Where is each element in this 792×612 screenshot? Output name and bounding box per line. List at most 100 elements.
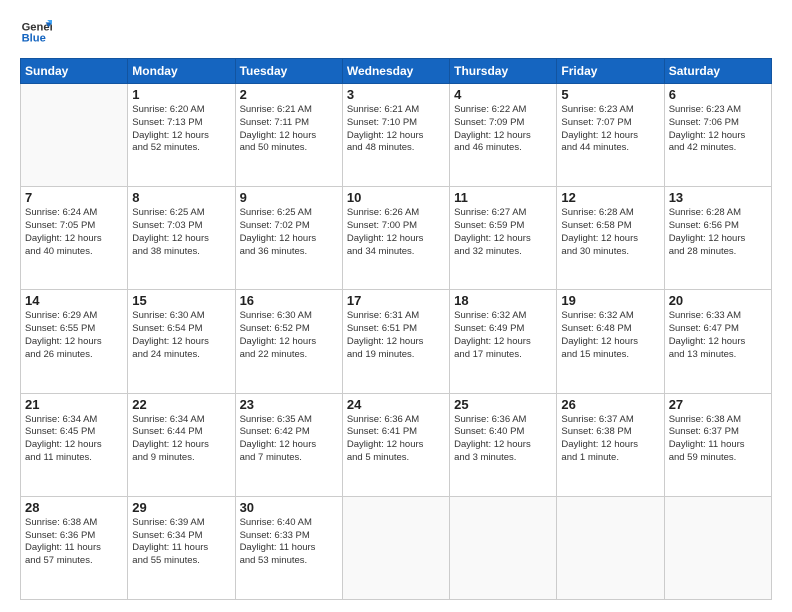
day-info: Sunrise: 6:30 AM Sunset: 6:54 PM Dayligh… (132, 310, 230, 361)
calendar-cell: 3 Sunrise: 6:21 AM Sunset: 7:10 PM Daylig… (342, 84, 449, 187)
day-info: Sunrise: 6:28 AM Sunset: 6:56 PM Dayligh… (669, 207, 767, 258)
calendar-cell (450, 496, 557, 599)
calendar-cell: 20 Sunrise: 6:33 AM Sunset: 6:47 PM Dayli… (664, 290, 771, 393)
day-info: Sunrise: 6:37 AM Sunset: 6:38 PM Dayligh… (561, 414, 659, 465)
day-number: 3 (347, 87, 445, 102)
week-row-4: 28 Sunrise: 6:38 AM Sunset: 6:36 PM Dayli… (21, 496, 772, 599)
day-number: 9 (240, 190, 338, 205)
weekday-sunday: Sunday (21, 59, 128, 84)
calendar-cell (21, 84, 128, 187)
day-info: Sunrise: 6:36 AM Sunset: 6:40 PM Dayligh… (454, 414, 552, 465)
weekday-friday: Friday (557, 59, 664, 84)
day-number: 13 (669, 190, 767, 205)
calendar-cell: 16 Sunrise: 6:30 AM Sunset: 6:52 PM Dayli… (235, 290, 342, 393)
calendar-cell: 15 Sunrise: 6:30 AM Sunset: 6:54 PM Dayli… (128, 290, 235, 393)
day-number: 14 (25, 293, 123, 308)
day-number: 5 (561, 87, 659, 102)
calendar-cell: 5 Sunrise: 6:23 AM Sunset: 7:07 PM Daylig… (557, 84, 664, 187)
calendar-cell (557, 496, 664, 599)
calendar-cell: 19 Sunrise: 6:32 AM Sunset: 6:48 PM Dayli… (557, 290, 664, 393)
calendar-cell: 24Sunrise: 6:36 AM Sunset: 6:41 PM Dayli… (342, 393, 449, 496)
week-row-1: 7 Sunrise: 6:24 AM Sunset: 7:05 PM Daylig… (21, 187, 772, 290)
calendar-cell: 2 Sunrise: 6:21 AM Sunset: 7:11 PM Daylig… (235, 84, 342, 187)
day-info: Sunrise: 6:30 AM Sunset: 6:52 PM Dayligh… (240, 310, 338, 361)
day-info: Sunrise: 6:31 AM Sunset: 6:51 PM Dayligh… (347, 310, 445, 361)
page: General Blue SundayMondayTuesdayWednesda… (0, 0, 792, 612)
day-number: 25 (454, 397, 552, 412)
day-info: Sunrise: 6:40 AM Sunset: 6:33 PM Dayligh… (240, 517, 338, 568)
day-info: Sunrise: 6:38 AM Sunset: 6:36 PM Dayligh… (25, 517, 123, 568)
calendar-cell: 11Sunrise: 6:27 AM Sunset: 6:59 PM Dayli… (450, 187, 557, 290)
calendar-cell: 12 Sunrise: 6:28 AM Sunset: 6:58 PM Dayli… (557, 187, 664, 290)
calendar-cell: 1Sunrise: 6:20 AM Sunset: 7:13 PM Daylig… (128, 84, 235, 187)
day-info: Sunrise: 6:35 AM Sunset: 6:42 PM Dayligh… (240, 414, 338, 465)
day-info: Sunrise: 6:32 AM Sunset: 6:48 PM Dayligh… (561, 310, 659, 361)
week-row-0: 1Sunrise: 6:20 AM Sunset: 7:13 PM Daylig… (21, 84, 772, 187)
day-number: 21 (25, 397, 123, 412)
day-info: Sunrise: 6:27 AM Sunset: 6:59 PM Dayligh… (454, 207, 552, 258)
day-number: 30 (240, 500, 338, 515)
day-info: Sunrise: 6:21 AM Sunset: 7:11 PM Dayligh… (240, 104, 338, 155)
day-number: 29 (132, 500, 230, 515)
day-info: Sunrise: 6:29 AM Sunset: 6:55 PM Dayligh… (25, 310, 123, 361)
calendar-cell: 28 Sunrise: 6:38 AM Sunset: 6:36 PM Dayli… (21, 496, 128, 599)
week-row-2: 14 Sunrise: 6:29 AM Sunset: 6:55 PM Dayli… (21, 290, 772, 393)
day-number: 8 (132, 190, 230, 205)
calendar-cell: 18Sunrise: 6:32 AM Sunset: 6:49 PM Dayli… (450, 290, 557, 393)
logo-icon: General Blue (20, 16, 52, 48)
weekday-tuesday: Tuesday (235, 59, 342, 84)
day-number: 12 (561, 190, 659, 205)
day-info: Sunrise: 6:34 AM Sunset: 6:44 PM Dayligh… (132, 414, 230, 465)
day-number: 7 (25, 190, 123, 205)
day-info: Sunrise: 6:36 AM Sunset: 6:41 PM Dayligh… (347, 414, 445, 465)
day-info: Sunrise: 6:22 AM Sunset: 7:09 PM Dayligh… (454, 104, 552, 155)
calendar-cell: 8 Sunrise: 6:25 AM Sunset: 7:03 PM Daylig… (128, 187, 235, 290)
day-info: Sunrise: 6:23 AM Sunset: 7:07 PM Dayligh… (561, 104, 659, 155)
header: General Blue (20, 16, 772, 48)
day-number: 28 (25, 500, 123, 515)
day-number: 20 (669, 293, 767, 308)
day-number: 16 (240, 293, 338, 308)
day-info: Sunrise: 6:33 AM Sunset: 6:47 PM Dayligh… (669, 310, 767, 361)
calendar-cell: 4 Sunrise: 6:22 AM Sunset: 7:09 PM Daylig… (450, 84, 557, 187)
svg-text:Blue: Blue (22, 33, 46, 45)
day-number: 2 (240, 87, 338, 102)
calendar-cell: 23 Sunrise: 6:35 AM Sunset: 6:42 PM Dayli… (235, 393, 342, 496)
day-number: 17 (347, 293, 445, 308)
day-info: Sunrise: 6:25 AM Sunset: 7:02 PM Dayligh… (240, 207, 338, 258)
day-number: 4 (454, 87, 552, 102)
calendar-cell: 29 Sunrise: 6:39 AM Sunset: 6:34 PM Dayli… (128, 496, 235, 599)
day-number: 26 (561, 397, 659, 412)
day-info: Sunrise: 6:34 AM Sunset: 6:45 PM Dayligh… (25, 414, 123, 465)
calendar-cell: 17 Sunrise: 6:31 AM Sunset: 6:51 PM Dayli… (342, 290, 449, 393)
calendar-cell: 14 Sunrise: 6:29 AM Sunset: 6:55 PM Dayli… (21, 290, 128, 393)
calendar-cell (342, 496, 449, 599)
weekday-header-row: SundayMondayTuesdayWednesdayThursdayFrid… (21, 59, 772, 84)
day-info: Sunrise: 6:28 AM Sunset: 6:58 PM Dayligh… (561, 207, 659, 258)
day-number: 19 (561, 293, 659, 308)
calendar-cell (664, 496, 771, 599)
calendar-table: SundayMondayTuesdayWednesdayThursdayFrid… (20, 58, 772, 600)
calendar-cell: 25 Sunrise: 6:36 AM Sunset: 6:40 PM Dayli… (450, 393, 557, 496)
calendar-cell: 6Sunrise: 6:23 AM Sunset: 7:06 PM Daylig… (664, 84, 771, 187)
day-info: Sunrise: 6:39 AM Sunset: 6:34 PM Dayligh… (132, 517, 230, 568)
weekday-monday: Monday (128, 59, 235, 84)
day-number: 1 (132, 87, 230, 102)
calendar-cell: 22 Sunrise: 6:34 AM Sunset: 6:44 PM Dayli… (128, 393, 235, 496)
day-info: Sunrise: 6:24 AM Sunset: 7:05 PM Dayligh… (25, 207, 123, 258)
day-number: 22 (132, 397, 230, 412)
day-number: 15 (132, 293, 230, 308)
calendar-cell: 7 Sunrise: 6:24 AM Sunset: 7:05 PM Daylig… (21, 187, 128, 290)
day-number: 10 (347, 190, 445, 205)
day-info: Sunrise: 6:23 AM Sunset: 7:06 PM Dayligh… (669, 104, 767, 155)
calendar-cell: 27 Sunrise: 6:38 AM Sunset: 6:37 PM Dayli… (664, 393, 771, 496)
day-info: Sunrise: 6:21 AM Sunset: 7:10 PM Dayligh… (347, 104, 445, 155)
day-info: Sunrise: 6:25 AM Sunset: 7:03 PM Dayligh… (132, 207, 230, 258)
day-info: Sunrise: 6:32 AM Sunset: 6:49 PM Dayligh… (454, 310, 552, 361)
day-info: Sunrise: 6:38 AM Sunset: 6:37 PM Dayligh… (669, 414, 767, 465)
day-number: 27 (669, 397, 767, 412)
calendar-cell: 30 Sunrise: 6:40 AM Sunset: 6:33 PM Dayli… (235, 496, 342, 599)
weekday-wednesday: Wednesday (342, 59, 449, 84)
day-number: 23 (240, 397, 338, 412)
week-row-3: 21 Sunrise: 6:34 AM Sunset: 6:45 PM Dayli… (21, 393, 772, 496)
